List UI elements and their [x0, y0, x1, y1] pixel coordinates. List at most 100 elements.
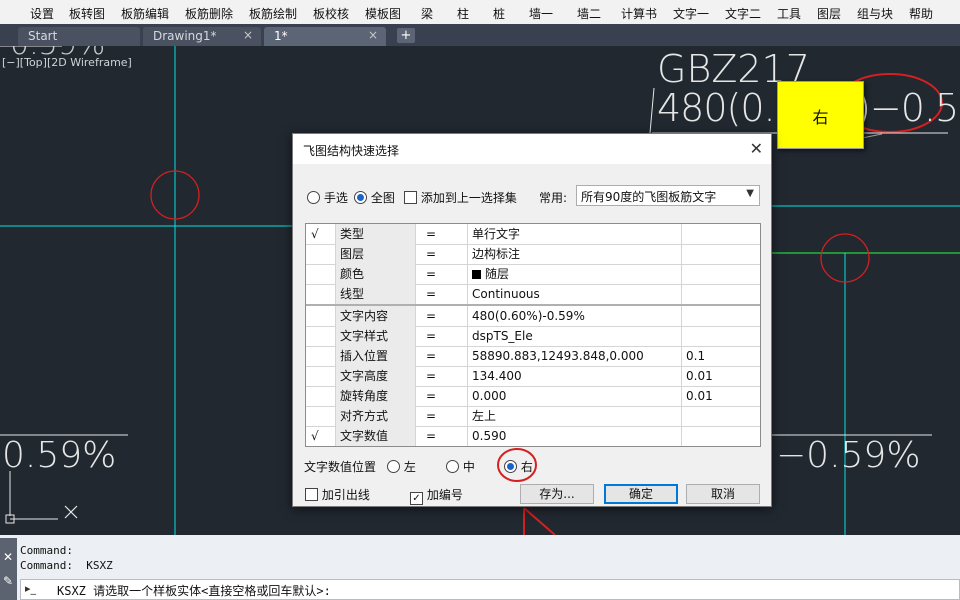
row-tolerance[interactable]: 0.01 [682, 386, 760, 406]
row-value[interactable]: dspTS_Ele [468, 326, 682, 346]
new-tab-plus-icon[interactable]: + [397, 28, 415, 43]
row-check[interactable] [306, 244, 336, 264]
table-row[interactable]: 颜色 = 随层 [306, 264, 760, 285]
menu-wall-two[interactable]: 墙二 [577, 5, 601, 22]
select-value: 所有90度的飞图板筋文字 [581, 190, 717, 204]
dialog-title: 飞图结构快速选择 [303, 144, 400, 158]
menu-column[interactable]: 柱 [457, 5, 469, 22]
lead-line-checkbox[interactable]: 加引出线 [305, 486, 370, 503]
wrench-icon[interactable]: ✎ [3, 574, 13, 588]
menu-wall-one[interactable]: 墙一 [529, 5, 553, 22]
tab-1[interactable]: 1* × [264, 27, 386, 46]
row-tolerance[interactable] [682, 244, 760, 264]
tab-label: Start [28, 29, 58, 43]
row-tolerance[interactable]: 0.01 [682, 366, 760, 386]
add-to-previous-checkbox[interactable]: 添加到上一选择集 [404, 189, 517, 206]
table-row[interactable]: 文字样式 = dspTS_Ele [306, 326, 760, 347]
command-panel-handle[interactable]: ✕ ✎ [0, 538, 17, 600]
menu-text-one[interactable]: 文字一 [673, 5, 709, 22]
row-tolerance[interactable] [682, 264, 760, 284]
menu-pile[interactable]: 桩 [493, 5, 505, 22]
close-icon[interactable]: ✕ [3, 550, 13, 564]
row-check[interactable]: √ [306, 426, 336, 446]
row-value[interactable]: 480(0.60%)-0.59% [468, 306, 682, 326]
row-value[interactable]: 58890.883,12493.848,0.000 [468, 346, 682, 366]
row-value[interactable]: 边构标注 [468, 244, 682, 264]
menu-calc-book[interactable]: 计算书 [621, 5, 657, 22]
command-input[interactable]: ▸_ KSXZ 请选取一个样板实体<直接空格或回车默认>: [20, 579, 960, 600]
position-center-radio[interactable]: 中 [446, 458, 475, 475]
tab-start[interactable]: Start [18, 27, 140, 46]
table-row[interactable]: √ 类型 = 单行文字 [306, 224, 760, 245]
row-value[interactable]: Continuous [468, 284, 682, 304]
menu-slab-check[interactable]: 板校核 [313, 5, 349, 22]
row-check[interactable] [306, 326, 336, 346]
row-tolerance[interactable]: 0.1 [682, 346, 760, 366]
row-check[interactable] [306, 284, 336, 304]
row-value[interactable]: 单行文字 [468, 224, 682, 244]
table-row[interactable]: 文字高度 = 134.400 0.01 [306, 366, 760, 387]
row-check[interactable] [306, 386, 336, 406]
table-row[interactable]: 图层 = 边构标注 [306, 244, 760, 265]
scope-manual-radio[interactable]: 手选 [307, 189, 348, 206]
cancel-button[interactable]: 取消 [686, 484, 760, 504]
menu-group-block[interactable]: 组与块 [857, 5, 893, 22]
row-tolerance[interactable] [682, 426, 760, 446]
menu-help[interactable]: 帮助 [909, 5, 933, 22]
ok-button[interactable]: 确定 [604, 484, 678, 504]
row-check[interactable] [306, 346, 336, 366]
row-check[interactable]: √ [306, 224, 336, 244]
row-tolerance[interactable] [682, 306, 760, 326]
menu-formwork[interactable]: 模板图 [365, 5, 401, 22]
row-check[interactable] [306, 406, 336, 426]
row-value[interactable]: 0.590 [468, 426, 682, 446]
row-check[interactable] [306, 264, 336, 284]
row-tolerance[interactable] [682, 406, 760, 426]
close-icon[interactable]: ✕ [750, 139, 763, 158]
table-row[interactable]: 文字内容 = 480(0.60%)-0.59% [306, 306, 760, 327]
command-prompt-icon[interactable]: ▸_ [25, 582, 36, 595]
ratio-text-top-left: 0.59% [10, 46, 105, 60]
row-operator: = [416, 284, 468, 304]
tab-label: Drawing1* [153, 29, 217, 43]
checkbox-label: 加引出线 [321, 488, 370, 502]
menu-tools[interactable]: 工具 [777, 5, 801, 22]
radio-icon [446, 460, 459, 473]
table-row[interactable]: 插入位置 = 58890.883,12493.848,0.000 0.1 [306, 346, 760, 367]
row-check[interactable] [306, 306, 336, 326]
menu-rebar-edit[interactable]: 板筋编辑 [121, 5, 169, 22]
table-row[interactable]: 线型 = Continuous [306, 284, 760, 306]
row-tolerance[interactable] [682, 326, 760, 346]
row-value[interactable]: 0.000 [468, 386, 682, 406]
row-name: 文字内容 [336, 306, 416, 326]
table-row[interactable]: 对齐方式 = 左上 [306, 406, 760, 427]
row-value[interactable]: 左上 [468, 406, 682, 426]
row-value[interactable]: 134.400 [468, 366, 682, 386]
row-tolerance[interactable] [682, 284, 760, 304]
close-icon[interactable]: × [243, 28, 253, 42]
row-tolerance[interactable] [682, 224, 760, 244]
menu-layer[interactable]: 图层 [817, 5, 841, 22]
row-name: 文字高度 [336, 366, 416, 386]
close-icon[interactable]: × [368, 28, 378, 42]
save-as-button[interactable]: 存为... [520, 484, 594, 504]
menu-rebar-draw[interactable]: 板筋绘制 [249, 5, 297, 22]
position-left-radio[interactable]: 左 [387, 458, 416, 475]
common-preset-select[interactable]: 所有90度的飞图板筋文字 ▼ [576, 185, 760, 206]
row-value: 随层 [485, 267, 510, 281]
menu-text-two[interactable]: 文字二 [725, 5, 761, 22]
radio-label: 中 [462, 460, 475, 474]
scope-all-radio[interactable]: 全图 [354, 189, 395, 206]
menu-rebar-delete[interactable]: 板筋删除 [185, 5, 233, 22]
dialog-title-bar[interactable]: 飞图结构快速选择 ✕ [293, 134, 771, 164]
table-row[interactable]: 旋转角度 = 0.000 0.01 [306, 386, 760, 407]
add-number-checkbox[interactable]: ✓ 加编号 [410, 486, 463, 505]
menu-settings[interactable]: 设置 [30, 5, 54, 22]
menu-slab-to-drawing[interactable]: 板转图 [69, 5, 105, 22]
radio-icon [307, 191, 320, 204]
row-value-color[interactable]: 随层 [468, 264, 682, 284]
table-row[interactable]: √ 文字数值 = 0.590 [306, 426, 760, 446]
row-check[interactable] [306, 366, 336, 386]
menu-beam[interactable]: 梁 [421, 5, 433, 22]
tab-drawing1[interactable]: Drawing1* × [143, 27, 261, 46]
